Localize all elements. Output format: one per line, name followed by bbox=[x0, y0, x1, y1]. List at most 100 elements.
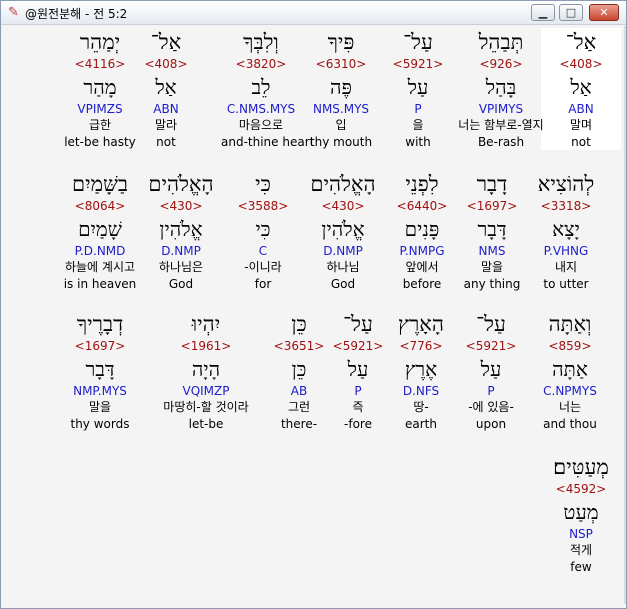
interlinear-panel: אַל־ <408> אַל ABN 말며 not תְּבַהֵל <926> בָּהַל V… bbox=[4, 26, 623, 604]
morphology-code: P.D.NMD bbox=[74, 244, 126, 258]
window-right-edge bbox=[624, 26, 626, 604]
morphology-code: VQIMZP bbox=[182, 384, 230, 398]
hebrew-word: וְאַתָּה bbox=[548, 312, 592, 336]
strong-number[interactable]: <1697> bbox=[452, 198, 532, 214]
english-gloss: is in heaven bbox=[63, 277, 137, 291]
english-gloss: any thing bbox=[463, 277, 521, 291]
strong-number[interactable]: <859> bbox=[530, 338, 610, 354]
window-title: @원전분해 - 전 5:2 bbox=[25, 7, 128, 21]
strong-number[interactable]: <1961> bbox=[166, 338, 246, 354]
lemma: מָהַר bbox=[83, 75, 117, 99]
hebrew-word: תְּבַהֵל bbox=[478, 30, 524, 54]
lemma: פָּנִים bbox=[404, 217, 440, 241]
morphology-code: C.NMS.MYS bbox=[226, 102, 296, 116]
hebrew-word: כֵּן bbox=[291, 312, 307, 336]
maximize-button[interactable]: □ bbox=[559, 4, 583, 21]
word-column[interactable]: כִּי <3588> כִּי C -이니라 for bbox=[223, 170, 303, 292]
strong-number[interactable]: <408> bbox=[541, 56, 621, 72]
strong-number[interactable]: <3318> bbox=[526, 198, 606, 214]
word-column[interactable]: וְלִבְּךָ <3820> לֵב C.NMS.MYS 마음으로 and-thine… bbox=[221, 28, 315, 150]
morphology-code: P bbox=[414, 102, 422, 116]
lemma: הָיָה bbox=[191, 357, 221, 381]
lemma: עַל bbox=[407, 75, 429, 99]
korean-gloss: 급한 bbox=[88, 118, 112, 132]
close-button[interactable]: ✕ bbox=[589, 4, 619, 21]
lemma: בָּהַל bbox=[485, 75, 517, 99]
strong-number[interactable]: <6310> bbox=[301, 56, 381, 72]
strong-number[interactable]: <1697> bbox=[60, 338, 140, 354]
strong-number[interactable]: <4592> bbox=[541, 481, 621, 497]
lemma: דָּבָר bbox=[85, 357, 115, 381]
word-column[interactable]: דְבָרֶיךָ <1697> דָּבָר NMP.MYS 말을 thy words bbox=[60, 310, 140, 432]
korean-gloss: 말을 bbox=[88, 400, 112, 414]
english-gloss: and-thine heart bbox=[221, 135, 315, 149]
lemma: שָׁמַיִם bbox=[78, 217, 122, 241]
korean-gloss: 마땅히-할 것이라 bbox=[163, 400, 249, 414]
word-column[interactable]: דָבָר <1697> דָּבָר NMS 말을 any thing bbox=[452, 170, 532, 292]
korean-gloss: 적게 bbox=[569, 543, 593, 557]
hebrew-word: יְמַהֵר bbox=[79, 30, 121, 54]
lemma: אֱלֹהִין bbox=[321, 217, 365, 241]
lemma: כִּי bbox=[255, 217, 271, 241]
word-column[interactable]: עַל־ <5921> עַל P 을 with bbox=[378, 28, 458, 150]
word-column[interactable]: לְהוֹצִיא <3318> יָצָא P.VHNG 내지 to utter bbox=[526, 170, 606, 292]
lemma: פֶּה bbox=[330, 75, 352, 99]
minimize-button[interactable]: ▁ bbox=[531, 4, 555, 21]
english-gloss: let-be bbox=[188, 417, 224, 431]
word-column[interactable]: עַל־ <5921> עַל P -에 있음-upon bbox=[451, 310, 531, 432]
morphology-code: NMS bbox=[478, 244, 506, 258]
english-gloss: let-be hasty bbox=[64, 135, 136, 149]
english-gloss: few bbox=[570, 560, 592, 574]
korean-gloss: 말을 bbox=[480, 260, 504, 274]
lemma: דָּבָר bbox=[477, 217, 507, 241]
hebrew-word: וְלִבְּךָ bbox=[243, 30, 279, 54]
korean-gloss: 앞에서 bbox=[405, 260, 439, 274]
word-column[interactable]: לִפְנֵי <6440> פָּנִים P.NMPG 앞에서 before bbox=[382, 170, 462, 292]
hebrew-word: בַשָּׁמַיִם bbox=[71, 172, 129, 196]
morphology-code: P.VHNG bbox=[543, 244, 589, 258]
lemma: אֱלֹהִין bbox=[159, 217, 203, 241]
hebrew-word: לִפְנֵי bbox=[405, 172, 439, 196]
title-bar[interactable]: ✎ @원전분해 - 전 5:2 ▁ □ ✕ bbox=[1, 1, 626, 25]
word-column[interactable]: יְמַהֵר <4116> מָהַר VPIMZS 급한 let-be hasty bbox=[60, 28, 140, 150]
word-column[interactable]: בַשָּׁמַיִם <8064> שָׁמַיִם P.D.NMD 하늘에 계시고 i… bbox=[60, 170, 140, 292]
word-column[interactable]: יִהְיוּ <1961> הָיָה VQIMZP 마땅히-할 것이라 let-be bbox=[163, 310, 248, 432]
lemma: לֵב bbox=[251, 75, 271, 99]
english-gloss: God bbox=[330, 277, 356, 291]
morphology-code: NMS.MYS bbox=[312, 102, 370, 116]
korean-gloss: 을 bbox=[412, 118, 424, 132]
hebrew-word: דְבָרֶיךָ bbox=[76, 312, 124, 336]
word-column[interactable]: פִּיךָ <6310> פֶּה NMS.MYS 입 thy mouth bbox=[301, 28, 381, 150]
strong-number[interactable]: <3820> bbox=[221, 56, 301, 72]
strong-number[interactable]: <5921> bbox=[451, 338, 531, 354]
hebrew-word: הָאֱלֹהִים bbox=[148, 172, 214, 196]
strong-number[interactable]: <926> bbox=[461, 56, 541, 72]
morphology-code: C bbox=[258, 244, 268, 258]
lemma: אַל bbox=[570, 75, 592, 99]
morphology-code: P.NMPG bbox=[399, 244, 445, 258]
strong-number[interactable]: <3651> bbox=[259, 338, 339, 354]
morphology-code: NSP bbox=[569, 527, 593, 541]
word-column[interactable]: מְעַטִּים׃ <4592> מְעַט NSP 적게 few bbox=[541, 453, 621, 575]
korean-gloss: 마음으로 bbox=[238, 118, 284, 132]
word-column[interactable]: הָאֱלֹהִים <430> אֱלֹהִין D.NMP 하나님 God bbox=[303, 170, 383, 292]
word-column[interactable]: תְּבַהֵל <926> בָּהַל VPIMYS 너는 함부로-열지 Be-ras… bbox=[458, 28, 543, 150]
hebrew-word: כִּי bbox=[255, 172, 271, 196]
strong-number[interactable]: <4116> bbox=[60, 56, 140, 72]
strong-number[interactable]: <8064> bbox=[60, 198, 140, 214]
strong-number[interactable]: <430> bbox=[141, 198, 221, 214]
strong-number[interactable]: <430> bbox=[303, 198, 383, 214]
strong-number[interactable]: <6440> bbox=[382, 198, 462, 214]
english-gloss: to utter bbox=[543, 277, 589, 291]
morphology-code: VPIMZS bbox=[77, 102, 123, 116]
korean-gloss: 내지 bbox=[554, 260, 578, 274]
lemma: כֵּן bbox=[291, 357, 307, 381]
hebrew-word: מְעַטִּים׃ bbox=[553, 455, 609, 479]
korean-gloss: 입 bbox=[335, 118, 347, 132]
strong-number[interactable]: <3588> bbox=[223, 198, 303, 214]
app-window: ✎ @원전분해 - 전 5:2 ▁ □ ✕ אַל־ <408> אַל ABN 말며 n… bbox=[0, 0, 627, 609]
hebrew-word: הָאֱלֹהִים bbox=[310, 172, 376, 196]
english-gloss: before bbox=[402, 277, 442, 291]
strong-number[interactable]: <5921> bbox=[378, 56, 458, 72]
lemma: יָצָא bbox=[552, 217, 580, 241]
